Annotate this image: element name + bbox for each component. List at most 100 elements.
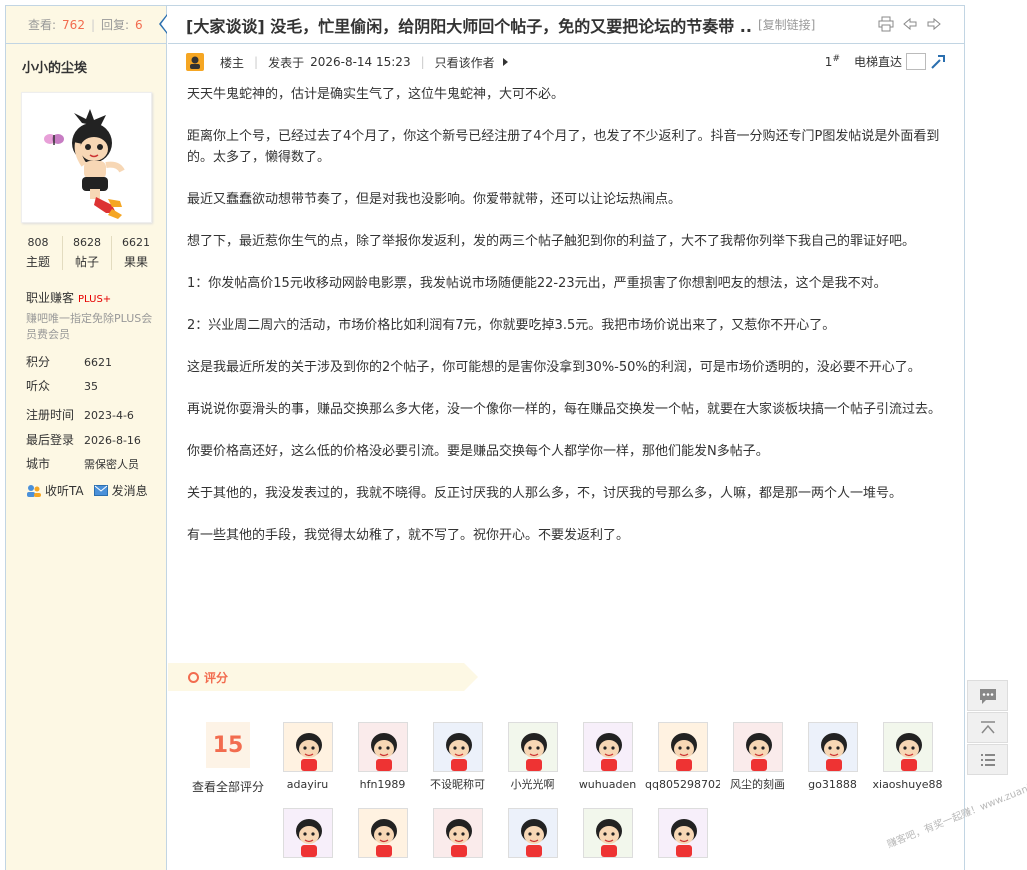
rater-name[interactable] [645,864,720,870]
author-username[interactable]: 小小的尘埃 [22,57,87,76]
rater-name[interactable]: adayiru [270,778,345,792]
author-description: 赚吧唯一指定免除PLUS会员费会员 [26,312,153,341]
rater-avatar[interactable] [582,722,633,772]
back-to-list-button[interactable] [967,744,1008,775]
back-to-top-button[interactable] [967,712,1008,743]
rater-name[interactable]: xiaoshuye88 [870,778,945,792]
rater-item[interactable] [645,808,720,870]
default-avatar-icon [283,723,332,771]
default-avatar-icon [583,723,632,771]
comment-icon [979,688,996,704]
rating-total[interactable]: 15 查看全部评分 [186,722,270,795]
author-avatar[interactable] [21,92,152,223]
rater-avatar[interactable] [657,722,708,772]
post-content: 天天牛鬼蛇神的，估计是确实生气了，这位牛鬼蛇神，大可不必。 距离你上个号，已经过… [168,80,964,546]
rating-total-count: 15 [206,722,250,768]
view-all-ratings-link[interactable]: 查看全部评分 [186,778,270,795]
rater-name[interactable]: 不设昵称可 [420,778,495,792]
post-title-row: [大家谈谈] 没毛，忙里偷闲，给阴阳大师回个帖子，免的又要把论坛的节奏带 .. … [168,6,964,44]
rater-avatar[interactable] [282,808,333,858]
rater-name[interactable] [420,864,495,870]
rater-avatar[interactable] [357,722,408,772]
floor-number[interactable]: 1# [825,54,840,69]
rater-avatar[interactable] [507,808,558,858]
rater-avatar[interactable] [657,808,708,858]
replies-label: 回复: [101,18,130,32]
author-sidebar: 查看: 762 | 回复: 6 小小的尘埃 808 主题 8628 帖子 662… [6,6,167,870]
rating-label: 评分 [204,671,229,685]
reply-float-button[interactable] [967,680,1008,711]
rater-item[interactable] [270,808,345,870]
rater-name[interactable]: qq805298702 [645,778,720,792]
thread-stats: 查看: 762 | 回复: 6 [6,6,167,44]
default-avatar-icon [433,809,482,857]
rater-item[interactable]: adayiru [270,722,345,792]
default-avatar-icon [883,723,932,771]
stat-topics[interactable]: 808 主题 [14,236,63,270]
post-paragraph: 天天牛鬼蛇神的，估计是确实生气了，这位牛鬼蛇神，大可不必。 [187,87,565,102]
post-title[interactable]: [大家谈谈] 没毛，忙里偷闲，给阴阳大师回个帖子，免的又要把论坛的节奏带 .. [186,13,752,37]
stat-posts[interactable]: 8628 帖子 [63,236,112,270]
rater-name[interactable] [495,864,570,870]
author-actions: 收听TA 发消息 [26,482,148,499]
rater-name[interactable]: hfn1989 [345,778,420,792]
rater-avatar[interactable] [507,722,558,772]
author-stats: 808 主题 8628 帖子 6621 果果 [14,236,160,270]
rating-header: 评分 [168,663,478,691]
rater-item[interactable]: go31888 [795,722,870,792]
rater-item[interactable]: xiaoshuye88 [870,722,945,792]
copy-link-button[interactable]: [复制链接] [758,16,815,33]
rater-item[interactable] [570,808,645,870]
rater-item[interactable] [420,808,495,870]
post-paragraph: 这是我最近所发的关于涉及到你的2个帖子，你可能想的是害你没拿到30%-50%的利… [187,360,921,375]
rater-item[interactable]: 不设昵称可 [420,722,495,792]
print-icon[interactable] [878,16,894,32]
jump-go-icon[interactable] [930,54,946,70]
rater-name[interactable]: wuhuaden [570,778,645,792]
default-avatar-icon [508,723,557,771]
rater-item[interactable] [495,808,570,870]
follow-button[interactable]: 收听TA [26,482,84,499]
rater-item[interactable]: qq805298702 [645,722,720,792]
rater-avatar[interactable] [357,808,408,858]
rater-avatar[interactable] [882,722,933,772]
floor-nav: 1# 电梯直达 [825,53,946,70]
post-paragraph: 距离你上个号，已经过去了4个月了，你这个新号已经注册了4个月了，也发了不少返利了… [187,129,940,165]
rater-name[interactable] [270,864,345,870]
rater-avatar[interactable] [807,722,858,772]
floor-label: 楼主 [220,55,245,70]
rater-item[interactable] [345,808,420,870]
author-rank[interactable]: 职业赚客 PLUS+ [26,289,111,306]
rater-name[interactable] [345,864,420,870]
views-count: 762 [62,17,85,32]
rater-item[interactable]: wuhuaden [570,722,645,792]
floating-toolbar [967,680,1008,776]
jump-floor-input[interactable] [906,53,926,70]
rater-name[interactable] [570,864,645,870]
post-paragraph: 有一些其他的手段，我觉得太幼稚了，就不写了。祝你开心。不要发返利了。 [187,528,630,543]
default-avatar-icon [583,809,632,857]
rater-item[interactable]: hfn1989 [345,722,420,792]
prev-thread-icon[interactable] [902,16,918,32]
rater-item[interactable]: 小光光啊 [495,722,570,792]
stat-coins[interactable]: 6621 果果 [112,236,160,270]
rater-name[interactable]: 小光光啊 [495,778,570,792]
rater-item[interactable]: 风尘的刻画 [720,722,795,792]
rater-avatar[interactable] [282,722,333,772]
rater-name[interactable]: go31888 [795,778,870,792]
city-row: 城市 需保密人员 [26,457,139,471]
rater-avatar[interactable] [432,808,483,858]
online-status-icon [186,53,204,71]
post-main: [大家谈谈] 没毛，忙里偷闲，给阴阳大师回个帖子，免的又要把论坛的节奏带 .. … [168,6,964,858]
rater-avatar[interactable] [582,808,633,858]
next-thread-icon[interactable] [926,16,942,32]
only-author-link[interactable]: 只看该作者 [435,54,495,71]
rater-avatar[interactable] [732,722,783,772]
rank-title: 职业赚客 [26,291,75,305]
rater-avatar[interactable] [432,722,483,772]
default-avatar-icon [433,723,482,771]
send-message-button[interactable]: 发消息 [93,482,148,499]
rater-name[interactable]: 风尘的刻画 [720,778,795,792]
replies-count: 6 [135,17,143,32]
default-avatar-icon [658,723,707,771]
